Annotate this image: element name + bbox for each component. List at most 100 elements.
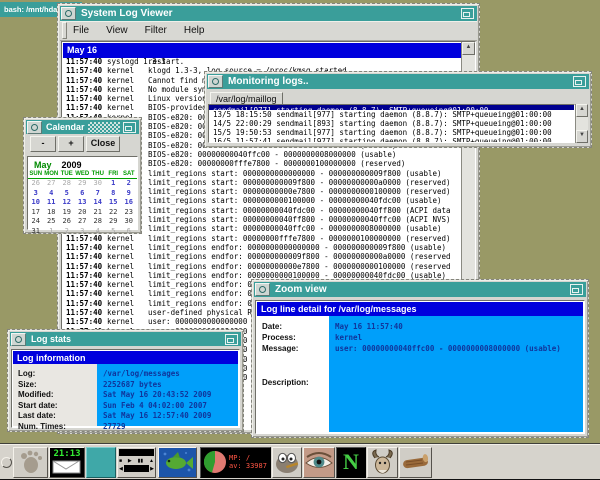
eye-launcher[interactable] bbox=[303, 447, 335, 478]
log-row[interactable]: 11:57:40kernellimit_regions endfor: 0000… bbox=[63, 262, 461, 271]
calendar-day[interactable]: 5 bbox=[106, 227, 122, 237]
scroll-up-button[interactable]: ▲ bbox=[576, 104, 588, 117]
calendar-day[interactable]: 16 bbox=[121, 198, 137, 208]
calendar-day[interactable]: 14 bbox=[90, 198, 106, 208]
mail-log-row[interactable]: 14/5 22:00:29 sendmail[893] starting dae… bbox=[209, 119, 574, 128]
menu-help[interactable]: Help bbox=[184, 25, 205, 36]
window-menu-button[interactable] bbox=[11, 333, 26, 346]
calendar-day[interactable]: 13 bbox=[75, 198, 91, 208]
calendar-day[interactable]: 26 bbox=[59, 217, 75, 227]
calendar-day[interactable]: 23 bbox=[121, 208, 137, 218]
calendar-day[interactable]: 31 bbox=[28, 227, 44, 237]
calendar-day[interactable]: 3 bbox=[28, 189, 44, 199]
calendar-day[interactable]: 5 bbox=[59, 189, 75, 199]
calendar-day[interactable]: 9 bbox=[121, 189, 137, 199]
calendar-day[interactable]: 4 bbox=[90, 227, 106, 237]
log-row[interactable]: 11:57:40kernellimit_regions endfor: 0000… bbox=[63, 243, 461, 252]
calendar-day[interactable]: 29 bbox=[106, 217, 122, 227]
menu-file[interactable]: File bbox=[73, 25, 89, 36]
calendar-day[interactable]: 27 bbox=[75, 217, 91, 227]
window-menu-button[interactable] bbox=[27, 121, 42, 134]
calendar-day[interactable]: 4 bbox=[44, 189, 60, 199]
gnome-menu-button[interactable] bbox=[13, 447, 48, 478]
calendar-day[interactable]: 22 bbox=[106, 208, 122, 218]
calendar-day[interactable]: 29 bbox=[75, 179, 91, 189]
window-menu-button[interactable] bbox=[61, 7, 76, 20]
scroll-up-button[interactable]: ▲ bbox=[462, 42, 475, 55]
panel-hide-button[interactable] bbox=[1, 457, 12, 468]
log-process: kernel bbox=[107, 103, 134, 112]
cd-button[interactable]: ■ bbox=[119, 457, 122, 465]
maximize-icon[interactable] bbox=[461, 8, 474, 19]
calendar-day[interactable]: 26 bbox=[28, 179, 44, 189]
maximize-icon[interactable] bbox=[123, 122, 136, 133]
mail-log-row[interactable]: 13/5 18:15:50 sendmail[977] starting dae… bbox=[209, 110, 574, 119]
maximize-icon[interactable] bbox=[570, 284, 583, 295]
next-month-button[interactable]: + bbox=[58, 136, 84, 152]
maximize-icon[interactable] bbox=[225, 334, 238, 345]
gnu-launcher[interactable] bbox=[367, 447, 398, 478]
calendar-day[interactable]: 28 bbox=[59, 179, 75, 189]
prev-month-button[interactable]: - bbox=[30, 136, 56, 152]
maximize-icon[interactable] bbox=[573, 76, 586, 87]
mail-log-row[interactable]: 15/5 19:50:53 sendmail[977] starting dae… bbox=[209, 128, 574, 137]
menu-view[interactable]: View bbox=[106, 25, 128, 36]
window-menu-button[interactable] bbox=[255, 283, 270, 296]
calendar-day[interactable]: 2 bbox=[59, 227, 75, 237]
menu-filter[interactable]: Filter bbox=[145, 25, 167, 36]
netscape-launcher[interactable]: N bbox=[336, 447, 366, 478]
cd-button[interactable]: ▲ bbox=[149, 457, 154, 465]
calendar-day[interactable]: 20 bbox=[75, 208, 91, 218]
zoom-view-titlebar[interactable]: Zoom view bbox=[254, 282, 586, 297]
calendar-day[interactable]: 12 bbox=[59, 198, 75, 208]
calendar-day[interactable]: 2 bbox=[121, 179, 137, 189]
calendar-day[interactable]: 6 bbox=[121, 227, 137, 237]
log-stats-titlebar[interactable]: Log stats bbox=[10, 332, 241, 346]
scroll-down-button[interactable]: ▼ bbox=[576, 130, 588, 143]
mail-scrollbar[interactable]: ▲ ▼ bbox=[575, 104, 588, 143]
calendar-day[interactable]: 30 bbox=[90, 179, 106, 189]
calendar-day[interactable]: 17 bbox=[28, 208, 44, 218]
pager-applet[interactable] bbox=[86, 447, 116, 478]
clock-mail-applet[interactable]: 21:13 bbox=[49, 447, 85, 478]
year-label: 2009 bbox=[62, 160, 82, 170]
mail-log-row[interactable]: 16/5 11:57:41 sendmail[977] starting dae… bbox=[209, 137, 574, 143]
system-log-viewer-titlebar[interactable]: System Log Viewer bbox=[60, 6, 477, 21]
calendar-week-row: 24252627282930 bbox=[28, 217, 137, 227]
log-file-launcher[interactable] bbox=[399, 447, 432, 478]
log-row[interactable]: 11:57:40syslogd 1.3-3restart. bbox=[63, 57, 461, 66]
calendar-day[interactable]: 28 bbox=[90, 217, 106, 227]
calendar-day[interactable]: 11 bbox=[44, 198, 60, 208]
calendar-day[interactable]: 24 bbox=[28, 217, 44, 227]
fish-applet[interactable] bbox=[158, 447, 197, 478]
calendar-day[interactable]: 27 bbox=[44, 179, 60, 189]
calendar-day[interactable]: 10 bbox=[28, 198, 44, 208]
calendar-titlebar[interactable]: Calendar bbox=[26, 120, 139, 134]
calendar-day[interactable]: 8 bbox=[106, 189, 122, 199]
calendar-day[interactable]: 1 bbox=[44, 227, 60, 237]
calendar-day[interactable]: 18 bbox=[44, 208, 60, 218]
cd-prev-button[interactable]: ◀ bbox=[119, 466, 123, 472]
calendar-day[interactable]: 6 bbox=[75, 189, 91, 199]
calendar-day[interactable]: 7 bbox=[90, 189, 106, 199]
log-row[interactable]: 11:57:40kernellimit_regions endfor: 0000… bbox=[63, 252, 461, 261]
disk-usage-applet[interactable]: MP: / av: 33987 bbox=[200, 447, 271, 478]
gimp-launcher[interactable] bbox=[272, 447, 302, 478]
calendar-day[interactable]: 30 bbox=[121, 217, 137, 227]
close-button[interactable]: Close bbox=[86, 136, 120, 152]
mail-log-list[interactable]: sendmail[977] starting daemon (8.8.7): S… bbox=[208, 104, 575, 143]
cd-button[interactable]: ▶ bbox=[128, 457, 132, 465]
menubar-grip-handle[interactable] bbox=[62, 22, 67, 39]
monitoring-logs-titlebar[interactable]: Monitoring logs.. bbox=[207, 74, 589, 89]
calendar-day[interactable]: 15 bbox=[106, 198, 122, 208]
calendar-day[interactable]: 21 bbox=[90, 208, 106, 218]
cd-next-button[interactable]: ▶ bbox=[150, 466, 154, 472]
calendar-day[interactable]: 19 bbox=[59, 208, 75, 218]
calendar-day[interactable]: 1 bbox=[106, 179, 122, 189]
cd-player-applet[interactable]: ■ ▶ ▮▮ ▲ ◀ ▶ bbox=[117, 447, 156, 478]
calendar-day[interactable]: 25 bbox=[44, 217, 60, 227]
cd-button[interactable]: ▮▮ bbox=[138, 457, 144, 465]
calendar-day[interactable]: 3 bbox=[75, 227, 91, 237]
window-menu-button[interactable] bbox=[208, 75, 223, 88]
calendar-grid[interactable]: May2009 SUNMONTUEWEDTHUFRISAT 2627282930… bbox=[27, 156, 138, 230]
